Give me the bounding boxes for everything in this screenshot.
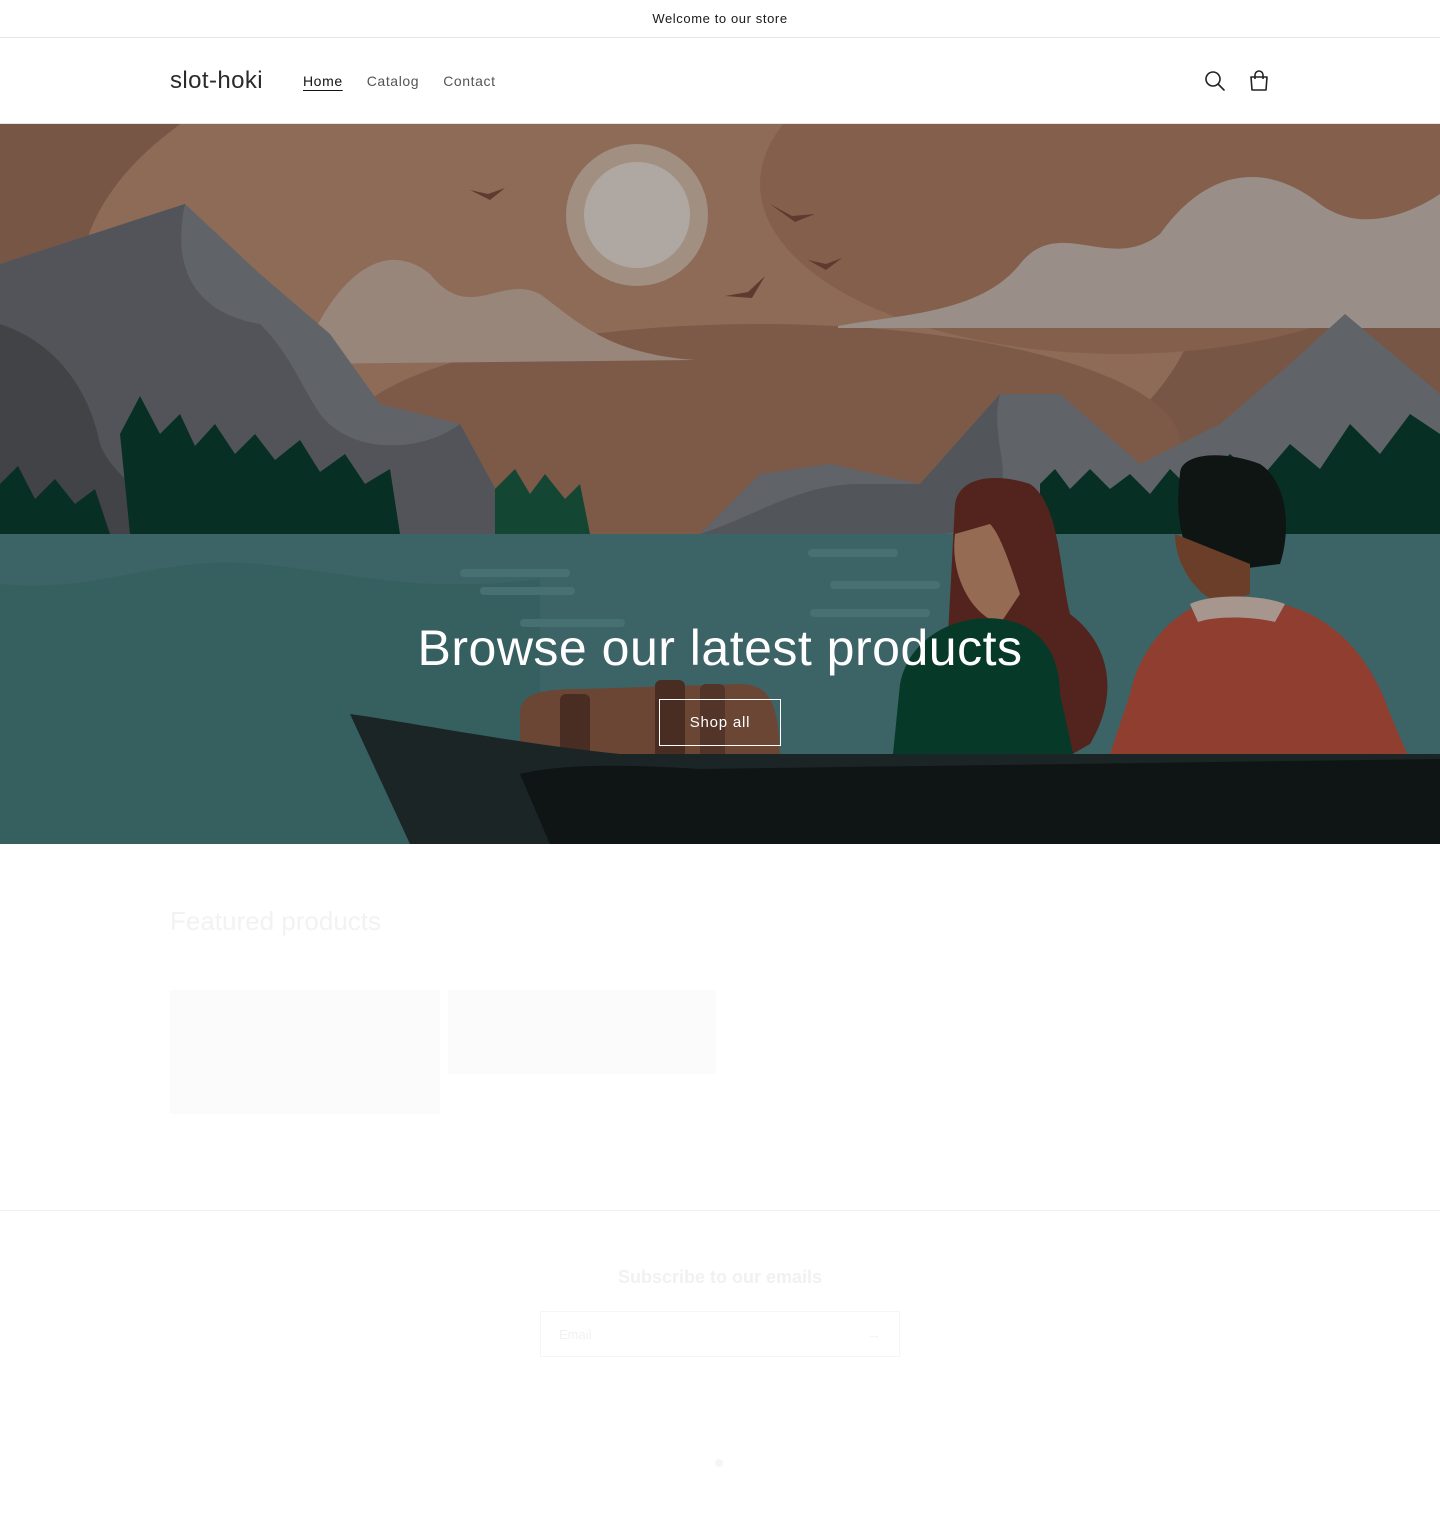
nav-item-catalog[interactable]: Catalog bbox=[367, 73, 419, 89]
newsletter-title: Subscribe to our emails bbox=[617, 1267, 823, 1287]
product-card-placeholder[interactable] bbox=[448, 990, 716, 1074]
main-nav: Home Catalog Contact bbox=[303, 73, 496, 89]
announcement-bar: Welcome to our store bbox=[0, 0, 1440, 38]
arrow-right-icon[interactable]: → bbox=[867, 1326, 881, 1342]
search-icon[interactable] bbox=[1204, 70, 1226, 92]
announcement-text: Welcome to our store bbox=[652, 11, 788, 26]
footer-dot bbox=[715, 1459, 723, 1467]
newsletter-section: Subscribe to our emails Email → bbox=[0, 1211, 1440, 1529]
email-placeholder: Email bbox=[559, 1326, 592, 1342]
featured-products-title: Featured products bbox=[170, 906, 382, 936]
site-header: slot-hoki Home Catalog Contact bbox=[0, 38, 1440, 124]
featured-products-section: Featured products bbox=[0, 844, 1440, 1211]
store-logo[interactable]: slot-hoki bbox=[170, 67, 263, 95]
hero-banner: Browse our latest products Shop all bbox=[0, 124, 1440, 844]
hero-content: Browse our latest products Shop all bbox=[0, 619, 1440, 746]
email-field[interactable]: Email → bbox=[540, 1311, 900, 1357]
header-icons bbox=[1204, 69, 1270, 92]
cart-icon[interactable] bbox=[1248, 69, 1270, 92]
nav-item-contact[interactable]: Contact bbox=[443, 73, 495, 89]
nav-item-home[interactable]: Home bbox=[303, 73, 343, 89]
shop-all-button[interactable]: Shop all bbox=[659, 699, 781, 746]
product-card-placeholder[interactable] bbox=[170, 990, 440, 1114]
hero-title: Browse our latest products bbox=[417, 620, 1023, 676]
